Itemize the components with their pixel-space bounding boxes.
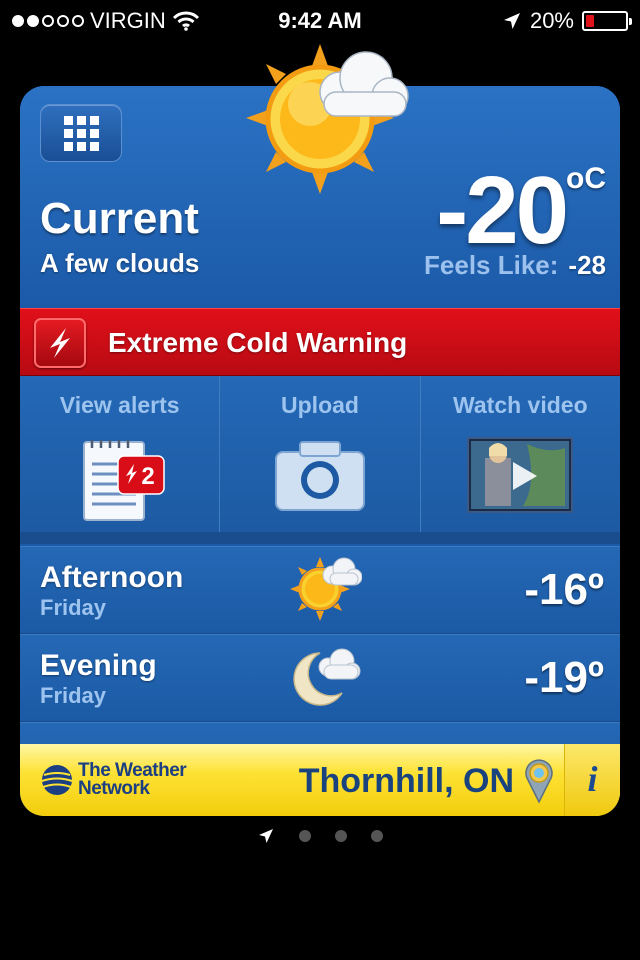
moon-cloud-icon [293,648,361,706]
battery-level [586,15,595,27]
watch-video-button[interactable]: Watch video [419,376,620,532]
info-icon: i [587,759,598,799]
brand-line-2: Network [78,778,150,799]
location-arrow-icon [503,13,520,29]
location-pin-icon[interactable] [524,758,554,804]
location-arrow-icon[interactable] [257,827,275,845]
feels-like-label: Feels Like: [424,250,559,280]
forecast-row[interactable]: Afternoon Friday -16º [20,546,620,634]
camera-icon [274,441,365,511]
sun-cloud-icon [290,557,362,621]
section-divider [20,532,620,544]
menu-grid-button[interactable] [40,104,122,162]
forecast-period: Afternoon [40,561,184,594]
forecast-temp: -16º [524,565,604,614]
warning-banner[interactable]: Extreme Cold Warning [20,308,620,376]
upload-button[interactable]: Upload [219,376,419,532]
page-indicator [0,826,640,846]
info-button[interactable]: i [564,744,620,816]
watch-video-label: Watch video [453,392,588,418]
action-bar: View alerts 2 Upload Watch video [20,376,620,532]
battery-icon [582,11,632,31]
view-alerts-button[interactable]: View alerts 2 [20,376,219,532]
upload-label: Upload [281,392,359,418]
battery-percent: 20% [529,8,574,33]
current-condition: A few clouds [40,248,200,278]
warning-text: Extreme Cold Warning [108,327,408,358]
forecast-day: Friday [40,683,107,708]
alerts-badge-count: 2 [141,463,154,490]
forecast-temp: -19º [524,653,604,702]
feels-like-value: -28 [568,250,606,280]
page-dot[interactable] [371,830,383,842]
weather-network-logo: The Weather Network [40,761,187,799]
forecast-day: Friday [40,595,107,620]
page-dot[interactable] [299,830,311,842]
current-title: Current [40,194,199,243]
globe-logo-icon [41,765,73,795]
sun-with-cloud-icon [246,44,409,194]
location-name[interactable]: Thornhill, ON [299,762,514,801]
forecast-period: Evening [40,649,157,682]
status-right: 20% [502,8,632,34]
status-bar: VIRGIN 9:42 AM 20% [0,0,640,40]
page-dot[interactable] [335,830,347,842]
lightning-warning-icon [34,318,86,368]
feels-like: Feels Like: -28 [424,250,606,281]
forecast-row[interactable]: Evening Friday -19º [20,634,620,722]
view-alerts-label: View alerts [59,392,180,418]
video-thumbnail-icon [467,437,574,513]
footer-bar: The Weather Network Thornhill, ON i [20,744,620,816]
alerts-notepad-icon: 2 [82,440,165,521]
temperature-unit: oC [566,162,606,195]
